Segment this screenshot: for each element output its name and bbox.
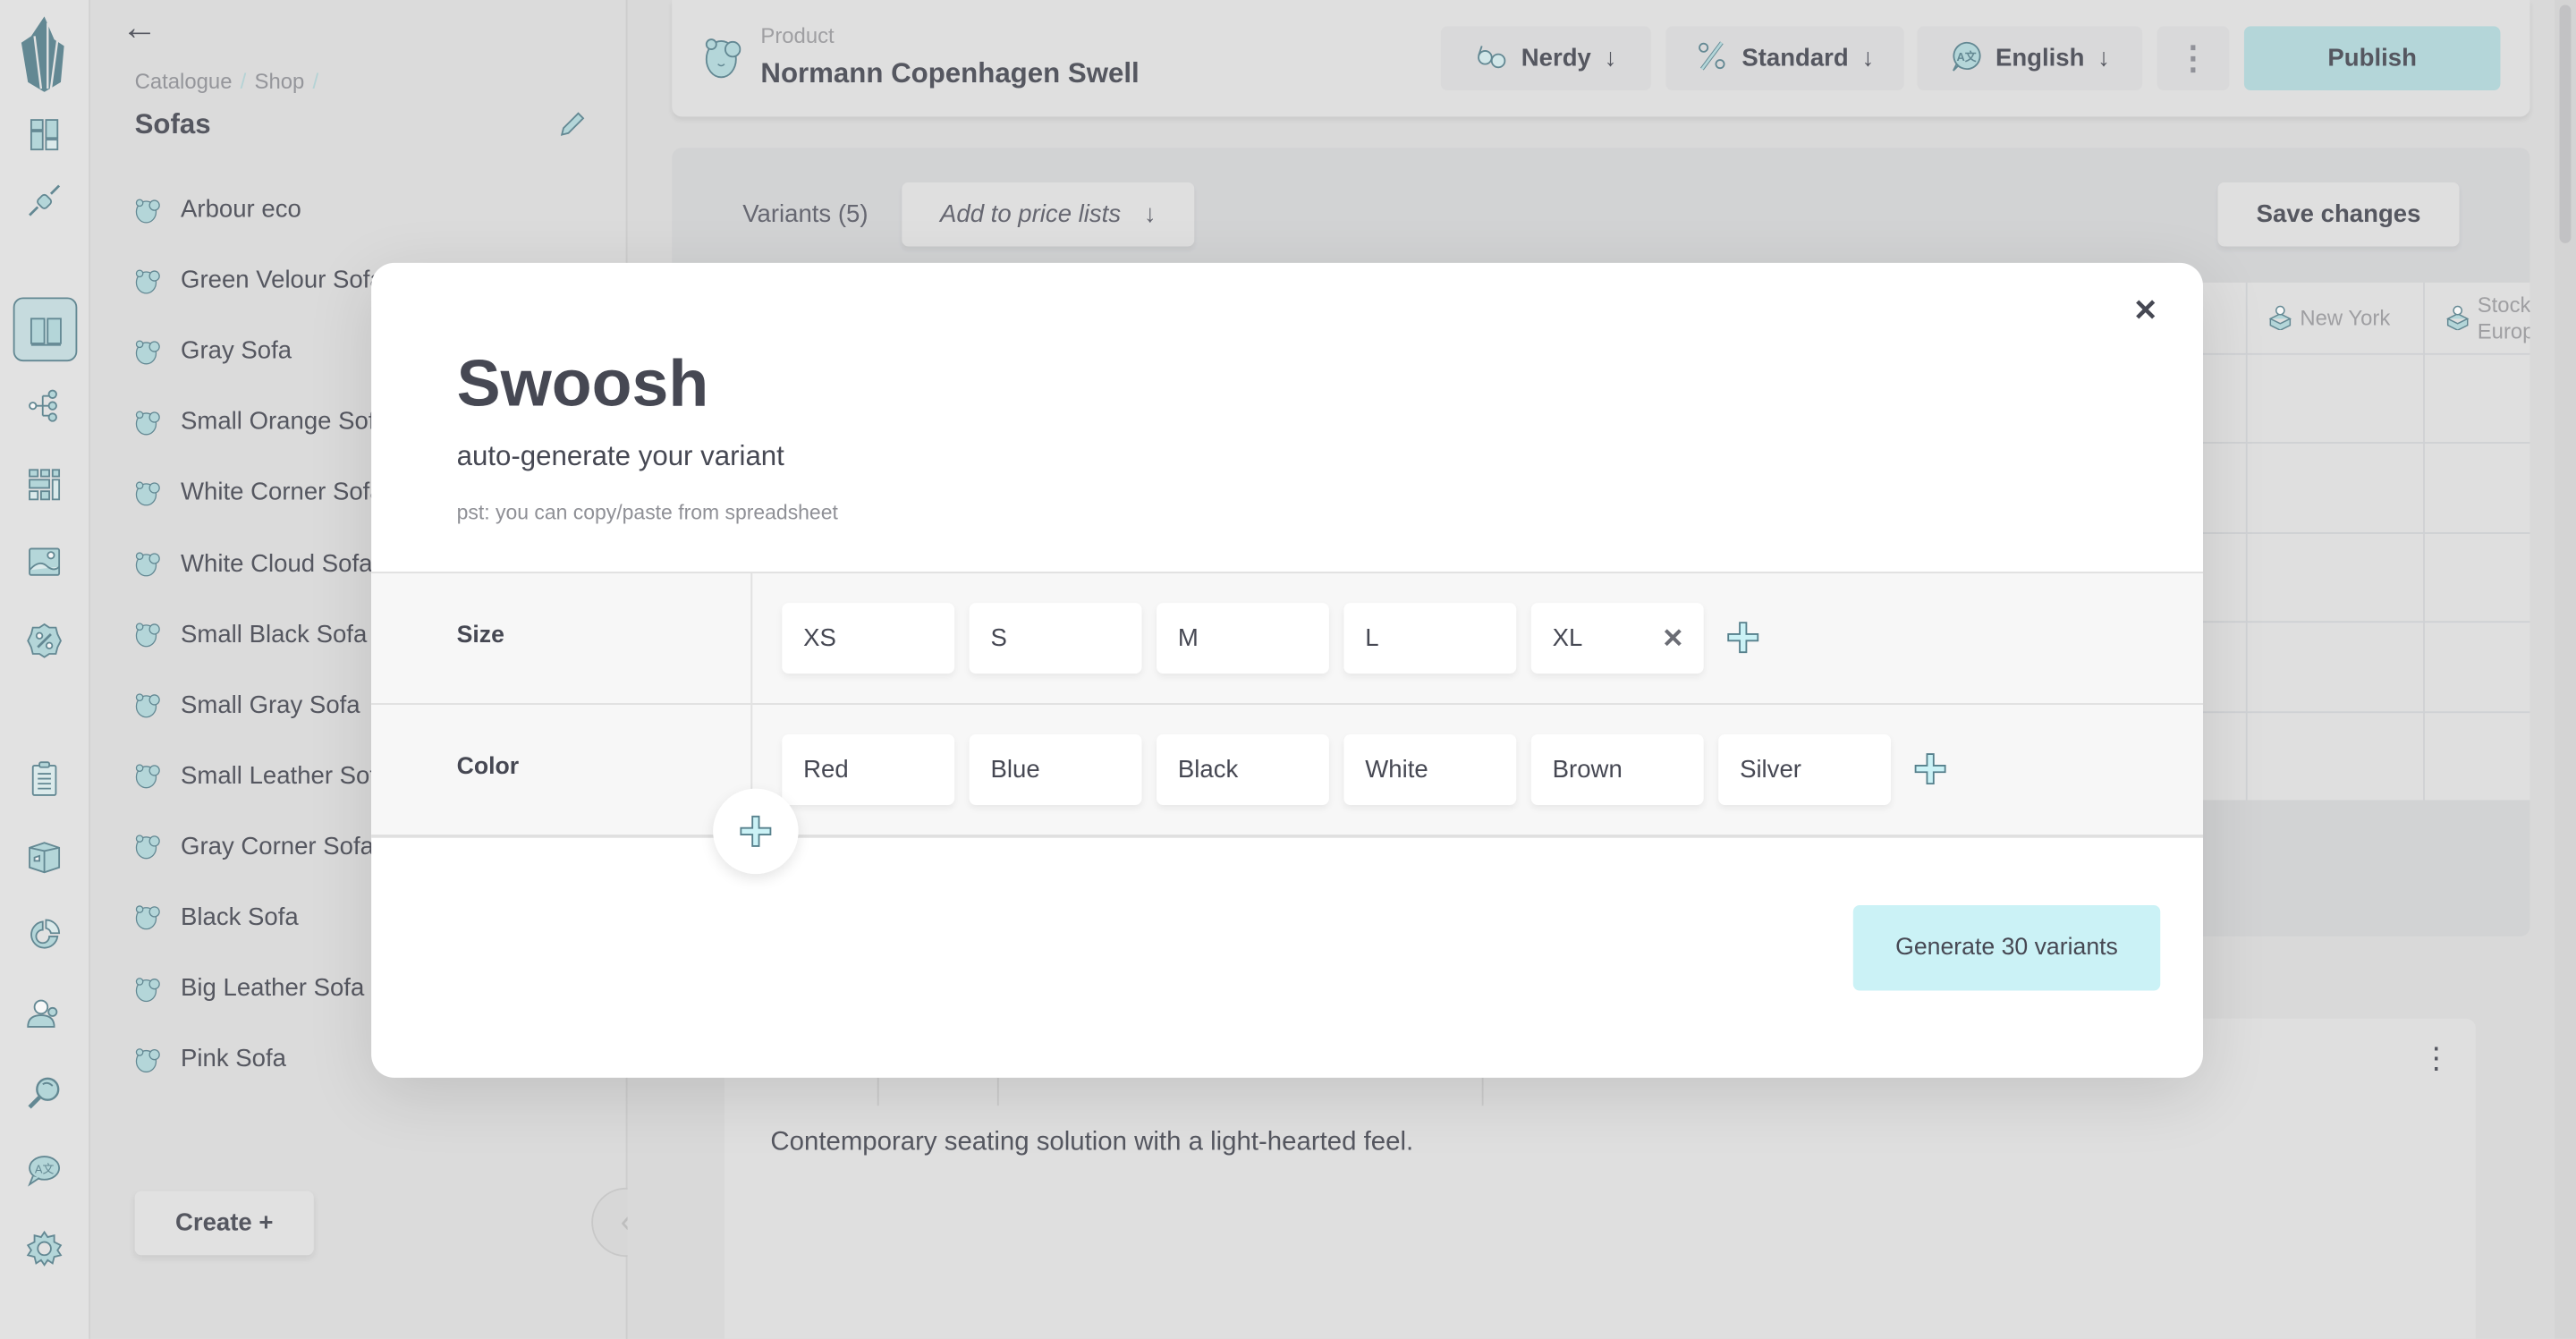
remove-value-icon[interactable]: ✕ <box>1662 623 1684 656</box>
attribute-value-input[interactable]: XS <box>782 603 955 674</box>
attribute-name[interactable]: Size <box>457 623 504 648</box>
attribute-value-input[interactable]: Silver <box>1718 734 1892 805</box>
attribute-row-color: Color Red Blue Black White Brown Silver <box>371 703 2204 835</box>
attribute-value-input[interactable]: M <box>1157 603 1329 674</box>
swoosh-modal: ✕ Swoosh auto-generate your variant pst:… <box>371 262 2204 1078</box>
attribute-value-input[interactable]: Black <box>1157 734 1329 805</box>
attribute-value-input[interactable]: Blue <box>969 734 1142 805</box>
attribute-value-input[interactable]: XL ✕ <box>1530 603 1704 674</box>
add-value-button[interactable] <box>1725 619 1761 655</box>
attribute-table-bottom-border <box>371 835 2204 837</box>
attribute-value-input[interactable]: L <box>1343 603 1517 674</box>
generate-variants-button[interactable]: Generate 30 variants <box>1852 905 2161 991</box>
plus-icon <box>1914 753 1946 785</box>
add-attribute-button[interactable] <box>713 788 799 875</box>
close-icon[interactable]: ✕ <box>2128 292 2164 328</box>
modal-title: Swoosh <box>456 348 709 421</box>
attribute-name[interactable]: Color <box>457 754 520 780</box>
attribute-value-input[interactable]: S <box>969 603 1142 674</box>
add-value-button[interactable] <box>1912 750 1948 786</box>
modal-hint: pst: you can copy/paste from spreadsheet <box>456 501 838 524</box>
attribute-row-size: Size XS S M L XL ✕ <box>371 572 2204 704</box>
attribute-value-input[interactable]: White <box>1343 734 1517 805</box>
attribute-value-input[interactable]: Brown <box>1530 734 1704 805</box>
attribute-value-input[interactable]: Red <box>782 734 955 805</box>
plus-icon <box>1727 622 1759 654</box>
attribute-divider <box>750 573 753 704</box>
app-window: A文 ← Catalogue / Shop / Sofas Arbour eco Gre… <box>0 0 2576 1339</box>
plus-icon <box>740 815 772 847</box>
modal-subtitle: auto-generate your variant <box>456 440 784 472</box>
